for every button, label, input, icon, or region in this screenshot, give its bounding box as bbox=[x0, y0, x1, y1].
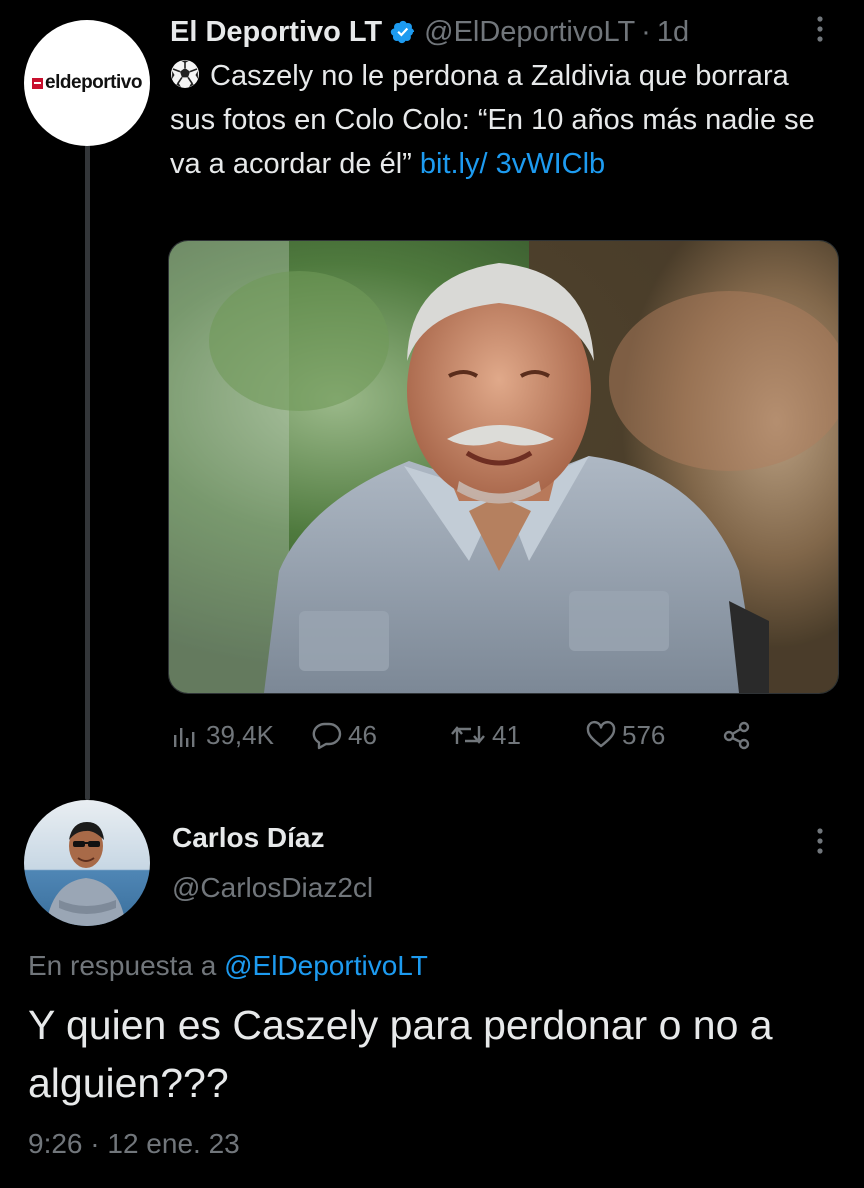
reply-more-options-icon[interactable] bbox=[808, 824, 832, 858]
el-deportivo-logo: eldeportivo bbox=[32, 72, 142, 94]
reply-text: Y quien es Caszely para perdonar o no a … bbox=[28, 1002, 773, 1106]
like-button[interactable]: 576 bbox=[586, 712, 665, 758]
author-handle[interactable]: @ElDeportivoLT bbox=[424, 16, 635, 49]
reply-author-handle[interactable]: @CarlosDiaz2cl bbox=[172, 872, 373, 904]
avatar-photo bbox=[24, 800, 150, 926]
tweet-time[interactable]: 1d bbox=[657, 16, 689, 49]
thread-connector-line bbox=[85, 140, 90, 800]
reply-timestamp[interactable]: 9:26 · 12 ene. 23 bbox=[28, 1128, 240, 1160]
views-icon bbox=[174, 728, 195, 747]
retweet-icon bbox=[451, 726, 485, 744]
like-count: 576 bbox=[622, 719, 666, 750]
logo-text: eldeportivo bbox=[45, 72, 142, 93]
tweet-header: El Deportivo LT @ElDeportivoLT · 1d bbox=[170, 12, 689, 52]
tweet-link[interactable]: bit.ly/ 3vWIClb bbox=[420, 148, 605, 180]
in-reply-handle[interactable]: @ElDeportivoLT bbox=[224, 950, 428, 981]
tweet-photo[interactable] bbox=[168, 240, 839, 694]
views-count[interactable]: 39,4K bbox=[170, 712, 274, 758]
views-value: 39,4K bbox=[206, 719, 274, 750]
share-icon bbox=[723, 721, 750, 750]
like-icon bbox=[586, 720, 616, 748]
avatar-carlos-diaz[interactable] bbox=[24, 800, 150, 926]
tweet-text: Caszely no le perdona a Zaldivia que bor… bbox=[170, 54, 830, 186]
tweet-actions-bar: 39,4K 46 41 576 bbox=[170, 712, 770, 758]
logo-mark-icon bbox=[32, 77, 44, 89]
reply-count: 46 bbox=[348, 719, 377, 750]
reply-icon bbox=[312, 722, 342, 750]
verified-badge-icon bbox=[390, 20, 415, 44]
separator-dot: · bbox=[641, 15, 651, 48]
share-button[interactable] bbox=[722, 712, 758, 758]
reply-button[interactable]: 46 bbox=[312, 712, 377, 758]
retweet-button[interactable]: 41 bbox=[450, 712, 521, 758]
in-reply-to: En respuesta a @ElDeportivoLT bbox=[28, 950, 428, 982]
soccer-ball-icon bbox=[171, 60, 199, 88]
photo-man-portrait bbox=[169, 241, 838, 693]
avatar-el-deportivo[interactable]: eldeportivo bbox=[24, 20, 150, 146]
reply-author-name[interactable]: Carlos Díaz bbox=[172, 822, 325, 854]
in-reply-label: En respuesta a bbox=[28, 950, 217, 981]
retweet-count: 41 bbox=[492, 719, 521, 750]
author-name[interactable]: El Deportivo LT bbox=[170, 16, 382, 49]
more-options-icon[interactable] bbox=[808, 12, 832, 46]
